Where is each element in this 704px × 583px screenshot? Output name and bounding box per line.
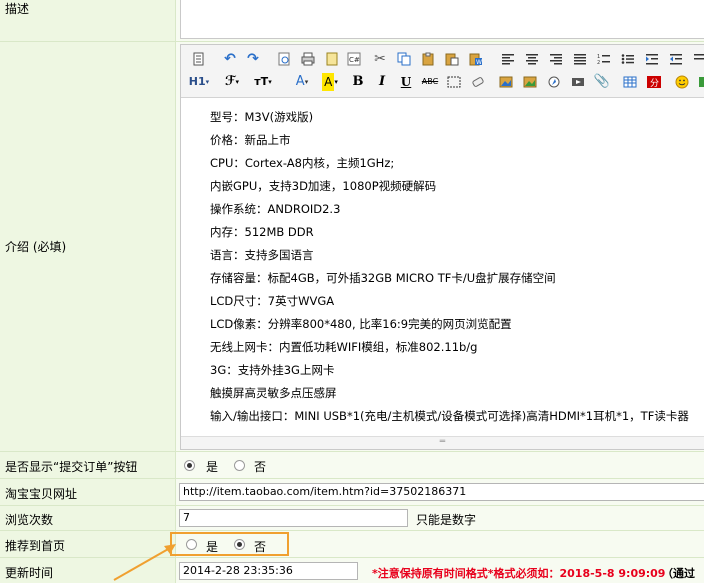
- flash-icon[interactable]: [545, 73, 563, 91]
- recommend-label: 推荐到首页: [5, 539, 66, 553]
- font-family-label: ℱ: [224, 74, 236, 89]
- heading-label: H1: [188, 75, 206, 88]
- taobao-url-input[interactable]: http://item.taobao.com/item.htm?id=37502…: [179, 483, 704, 501]
- content-line: 型号：M3V(游戏版): [210, 110, 314, 124]
- align-center-icon[interactable]: [523, 50, 541, 68]
- svg-text:C#: C#: [349, 56, 360, 64]
- content-line: 3G：支持外挂3G上网卡: [210, 363, 335, 377]
- font-size-label: тT: [254, 75, 269, 88]
- align-left-icon[interactable]: [499, 50, 517, 68]
- taobao-label: 淘宝宝贝网址: [5, 487, 78, 501]
- svg-text:2: 2: [597, 60, 600, 65]
- content-line: 内存：512MB DDR: [210, 225, 314, 239]
- multi-image-icon[interactable]: [521, 73, 539, 91]
- content-line: 内嵌GPU，支持3D加速，1080P视频硬解码: [210, 179, 437, 193]
- print-icon[interactable]: [299, 50, 317, 68]
- code-icon[interactable]: C#: [345, 50, 363, 68]
- editor-resize-handle[interactable]: ═: [181, 436, 704, 449]
- paste-text-icon[interactable]: [443, 50, 461, 68]
- unordered-list-icon[interactable]: [619, 50, 637, 68]
- clear-format-icon[interactable]: [469, 73, 487, 91]
- outdent-icon[interactable]: [667, 50, 685, 68]
- views-input[interactable]: 7: [179, 509, 408, 527]
- content-line: 触摸屏高灵敏多点压感屏: [210, 386, 337, 400]
- taobao-value-cell: http://item.taobao.com/item.htm?id=37502…: [176, 479, 704, 506]
- content-line: LCD尺寸：7英寸WVGA: [210, 294, 335, 308]
- update-label: 更新时间: [5, 566, 54, 580]
- baidu-map-icon[interactable]: 分: [645, 73, 663, 91]
- attachment-icon[interactable]: 📎: [593, 73, 611, 91]
- views-value-cell: 7 只能是数字: [176, 506, 704, 531]
- italic-button[interactable]: I: [373, 73, 391, 91]
- cut-icon[interactable]: ✂: [371, 50, 389, 68]
- desc-label-cell: 描述: [0, 0, 175, 42]
- media-icon[interactable]: [569, 73, 587, 91]
- preview-icon[interactable]: [275, 50, 293, 68]
- content-line: CPU：Cortex-A8内核，主频1GHz;: [210, 156, 395, 170]
- content-line: LCD像素：分辨率800*480, 比率16:9完美的网页浏览配置: [210, 317, 512, 331]
- show-order-value-cell: 是 否: [176, 452, 704, 479]
- content-line: 无线上网卡：内置低功耗WIFI模组，标准802.11b/g: [210, 340, 478, 354]
- show-order-yes-label: 是: [206, 460, 219, 474]
- emoticon-icon[interactable]: [673, 73, 691, 91]
- justify-icon[interactable]: [571, 50, 589, 68]
- content-line: 操作系统：ANDROID2.3: [210, 202, 341, 216]
- strikethrough-button[interactable]: ABC: [421, 73, 439, 91]
- font-family-dropdown[interactable]: ℱ ▾: [221, 73, 243, 91]
- desc-label: 描述: [5, 2, 30, 16]
- ordered-list-icon[interactable]: 12: [595, 50, 613, 68]
- subscript-icon[interactable]: [691, 50, 704, 68]
- editor-content[interactable]: 型号：M3V(游戏版) 价格：新品上市 CPU：Cortex-A8内核，主频1G…: [181, 97, 704, 437]
- undo-icon[interactable]: ↶: [221, 50, 239, 68]
- redo-icon[interactable]: ↷: [244, 50, 262, 68]
- intro-label-cell: 介绍 (必填): [0, 42, 175, 452]
- show-order-no-radio[interactable]: [234, 460, 245, 471]
- paste-word-icon[interactable]: W: [467, 50, 485, 68]
- desc-textarea[interactable]: [180, 0, 704, 39]
- font-color-label: A: [295, 74, 305, 89]
- indent-icon[interactable]: [643, 50, 661, 68]
- desc-value-cell: [176, 0, 704, 42]
- svg-text:分: 分: [650, 78, 659, 88]
- content-line: 价格：新品上市: [210, 133, 291, 147]
- bg-color-dropdown[interactable]: A ▾: [319, 73, 341, 91]
- paste-icon[interactable]: [419, 50, 437, 68]
- align-right-icon[interactable]: [547, 50, 565, 68]
- annotation-arrow-icon: [113, 544, 176, 581]
- svg-text:W: W: [476, 59, 482, 66]
- editor-toolbar: ↶ ↷ C# ✂ W 12 H1 ▾ ℱ ▾ тT ▾ A ▾ A ▾ B I U ABC: [181, 45, 704, 98]
- views-hint: 只能是数字: [416, 513, 477, 527]
- source-icon[interactable]: [189, 50, 207, 68]
- recommend-highlight-box: [170, 532, 289, 556]
- copy-icon[interactable]: [395, 50, 413, 68]
- content-line: 输入/输出接口：MINI USB*1(充电/主机模式/设备模式可选择)高清HDM…: [210, 409, 689, 423]
- table-icon[interactable]: [621, 73, 639, 91]
- views-label: 浏览次数: [5, 513, 54, 527]
- update-time-input[interactable]: 2014-2-28 23:35:36: [179, 562, 358, 580]
- template-icon[interactable]: [323, 50, 341, 68]
- show-order-label: 是否显示“提交订单”按钮: [5, 460, 138, 474]
- bg-color-label: A: [322, 73, 335, 91]
- taobao-label-cell: 淘宝宝贝网址: [0, 479, 175, 506]
- update-format-note: *注意保持原有时间格式*格式必须如：2018-5-8 9:09:09: [372, 567, 666, 580]
- intro-label: 介绍 (必填): [5, 240, 67, 254]
- heading-dropdown[interactable]: H1 ▾: [187, 73, 211, 91]
- views-label-cell: 浏览次数: [0, 506, 175, 531]
- update-format-note-suffix: （通过: [662, 567, 695, 580]
- select-all-icon[interactable]: [445, 73, 463, 91]
- bold-button[interactable]: B: [349, 73, 367, 91]
- font-color-dropdown[interactable]: A ▾: [291, 73, 313, 91]
- rich-text-editor[interactable]: ↶ ↷ C# ✂ W 12 H1 ▾ ℱ ▾ тT ▾ A ▾ A ▾ B I U ABC: [180, 44, 704, 450]
- underline-button[interactable]: U: [397, 73, 415, 91]
- content-line: 语言：支持多国语言: [210, 248, 314, 262]
- content-line: 存储容量：标配4GB，可外插32GB MICRO TF卡/U盘扩展存储空间: [210, 271, 556, 285]
- show-order-label-cell: 是否显示“提交订单”按钮: [0, 452, 175, 479]
- show-order-no-label: 否: [254, 460, 267, 474]
- emoticon-extra-icon[interactable]: [695, 73, 704, 91]
- font-size-dropdown[interactable]: тT ▾: [251, 73, 275, 91]
- image-icon[interactable]: [497, 73, 515, 91]
- show-order-yes-radio[interactable]: [184, 460, 195, 471]
